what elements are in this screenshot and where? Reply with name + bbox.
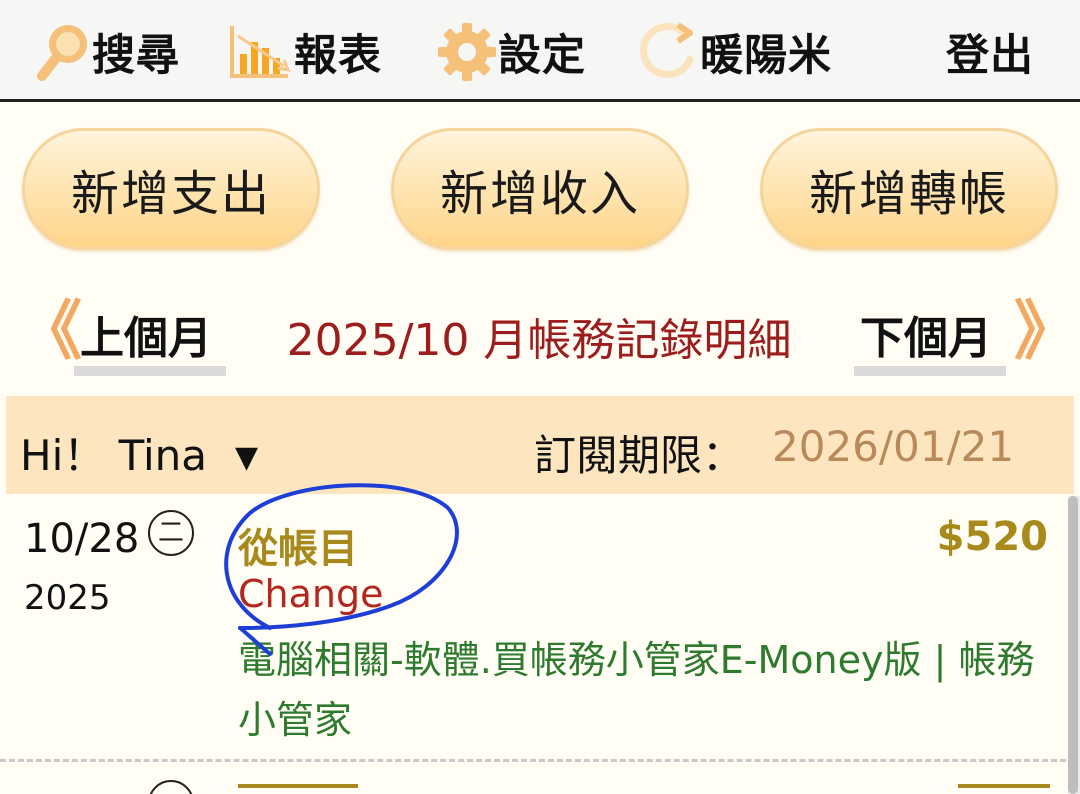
nav-logout[interactable]: 登出	[946, 14, 1034, 90]
nav-settings[interactable]: 設定	[436, 14, 586, 90]
record-weekday-partial	[148, 780, 194, 794]
record-description: 電腦相關-軟體.買帳務小管家E-Money版 | 帳務小管家	[238, 638, 1035, 742]
add-income-button[interactable]: 新增收入	[391, 128, 689, 250]
month-title: 2025/10 月帳務記錄明細	[286, 315, 792, 366]
user-menu[interactable]: Hi！ Tina ▼	[20, 422, 258, 483]
gear-icon	[438, 23, 496, 81]
nav-report[interactable]: 報表	[228, 14, 382, 90]
nav-search[interactable]: 搜尋	[34, 14, 180, 90]
record-amount-partial	[958, 784, 1050, 794]
add-transfer-button[interactable]: 新增轉帳	[760, 128, 1058, 250]
top-nav-bar: 搜尋 報表 設定 暖陽米 登出	[0, 0, 1080, 102]
bar-chart-icon	[230, 26, 291, 78]
prev-month-chevron-icon[interactable]: 《	[18, 300, 82, 364]
caret-down-icon[interactable]: ▼	[235, 440, 258, 475]
record-amount: $520	[936, 514, 1048, 560]
nav-sunrice[interactable]: 暖陽米	[634, 14, 832, 90]
record-year: 2025	[24, 578, 111, 618]
next-month-chevron-icon[interactable]: 》	[1014, 300, 1078, 364]
record-date: 10/28	[24, 516, 140, 562]
nav-search-label: 搜尋	[92, 31, 180, 81]
nav-settings-label: 設定	[498, 31, 586, 81]
next-month-link[interactable]: 下個月	[854, 298, 1006, 376]
record-account: 從帳目	[238, 526, 358, 572]
nav-sunrice-label: 暖陽米	[700, 31, 832, 81]
magnifier-icon	[37, 25, 87, 81]
scrollbar[interactable]	[1068, 496, 1080, 794]
record-account-partial	[238, 784, 358, 794]
add-expense-button[interactable]: 新增支出	[22, 128, 320, 250]
nav-logout-label: 登出	[946, 31, 1034, 81]
record-row[interactable]: 10/28 二 2025 從帳目 Change $520 電腦相關-軟體.買帳務…	[0, 496, 1066, 762]
record-change: Change	[238, 572, 384, 616]
prev-month-link[interactable]: 上個月	[74, 298, 226, 376]
nav-report-label: 報表	[294, 31, 382, 81]
user-greeting: Hi！ Tina	[20, 431, 207, 480]
user-bar: Hi！ Tina ▼ 訂閱期限： 2026/01/21	[6, 396, 1074, 494]
record-row-partial[interactable]	[0, 772, 1066, 794]
subscription-date: 2026/01/21	[772, 422, 1015, 471]
record-weekday: 二	[148, 510, 194, 556]
subscription-label: 訂閱期限：	[534, 431, 745, 480]
refresh-icon	[640, 22, 694, 78]
scrollbar-thumb[interactable]	[1068, 496, 1078, 794]
